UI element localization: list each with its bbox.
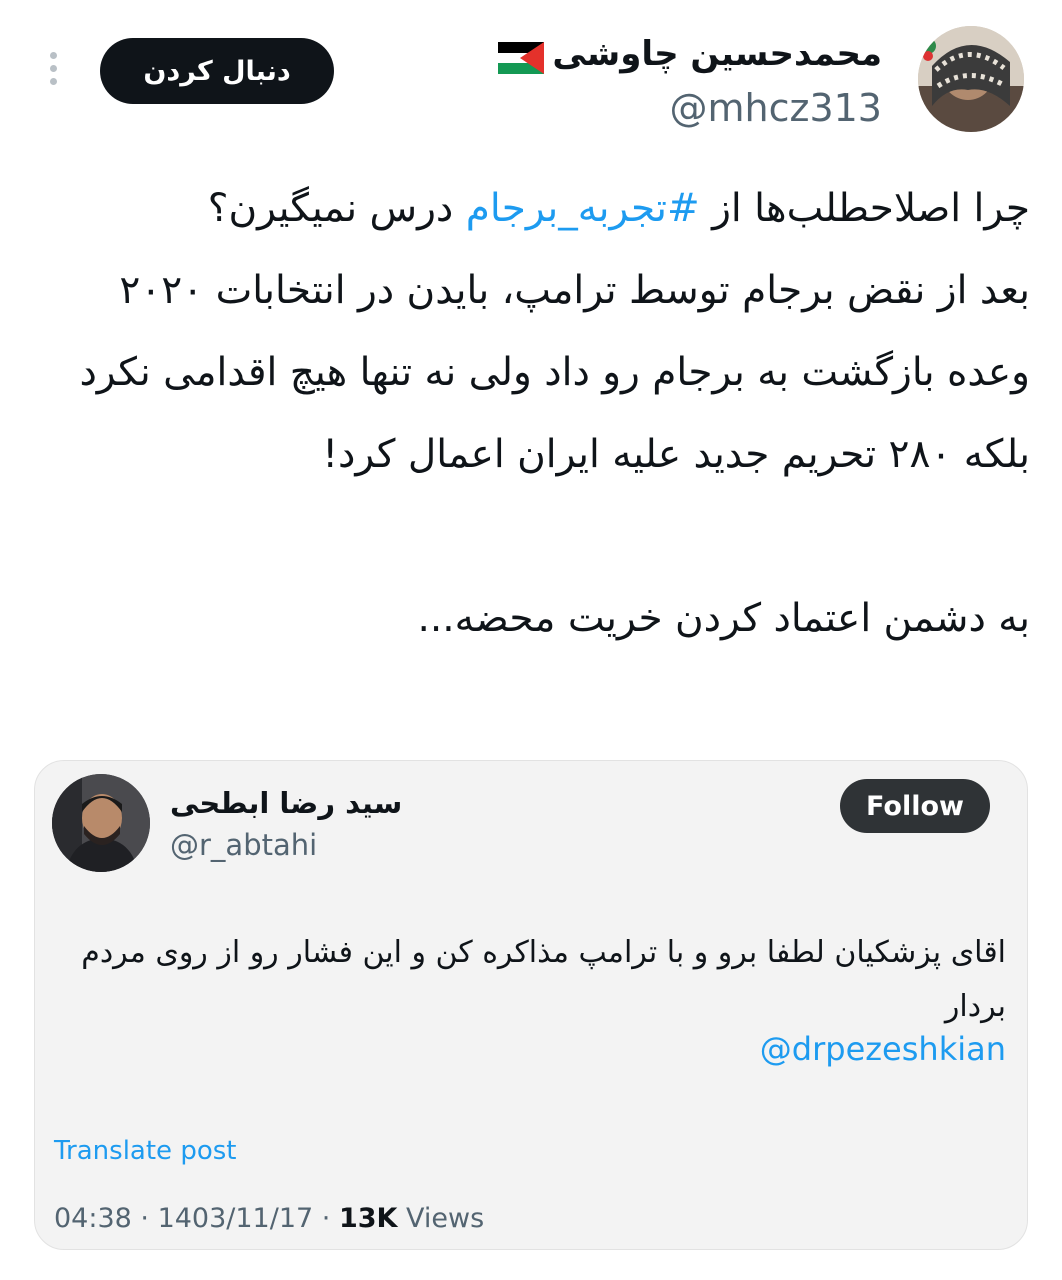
mention-link[interactable]: @drpezeshkian [760,1030,1006,1068]
post-date[interactable]: 1403/11/17 [158,1203,314,1234]
quote-author-handle[interactable]: @r_abtahi [170,828,317,862]
quote-text: اقای پزشکیان لطفا برو و با ترامپ مذاکره … [81,935,1006,1024]
author-name[interactable]: محمدحسین چاوشی [552,34,882,74]
post-time[interactable]: 04:38 [54,1203,132,1234]
post-metadata: 04:38 · 1403/11/17 · 13K Views [54,1203,484,1234]
tweet-text: چرا اصلاحطلب‌ها از #تجربه_برجام درس نمیگ… [30,168,1030,660]
views-count[interactable]: 13K [339,1203,398,1234]
quote-follow-button[interactable]: Follow [840,779,990,833]
hashtag-link[interactable]: #تجربه_برجام [466,186,700,231]
tweet-text-body: درس نمیگیرن؟ بعد از نقض برجام توسط ترامپ… [79,186,1030,641]
tweet-text-intro: چرا اصلاحطلب‌ها از [699,186,1030,231]
author-handle[interactable]: @mhcz313 [670,86,882,130]
quote-author-name[interactable]: سید رضا ابطحی [170,786,402,820]
more-options-icon[interactable] [42,52,64,96]
meta-separator-2: · [313,1203,339,1234]
palestine-flag-icon [498,42,544,74]
follow-button[interactable]: دنبال کردن [100,38,334,104]
translate-post-link[interactable]: Translate post [54,1136,236,1166]
meta-separator: · [131,1203,158,1234]
quote-avatar[interactable] [52,774,150,872]
views-label: Views [397,1203,485,1234]
avatar[interactable] [918,26,1024,132]
